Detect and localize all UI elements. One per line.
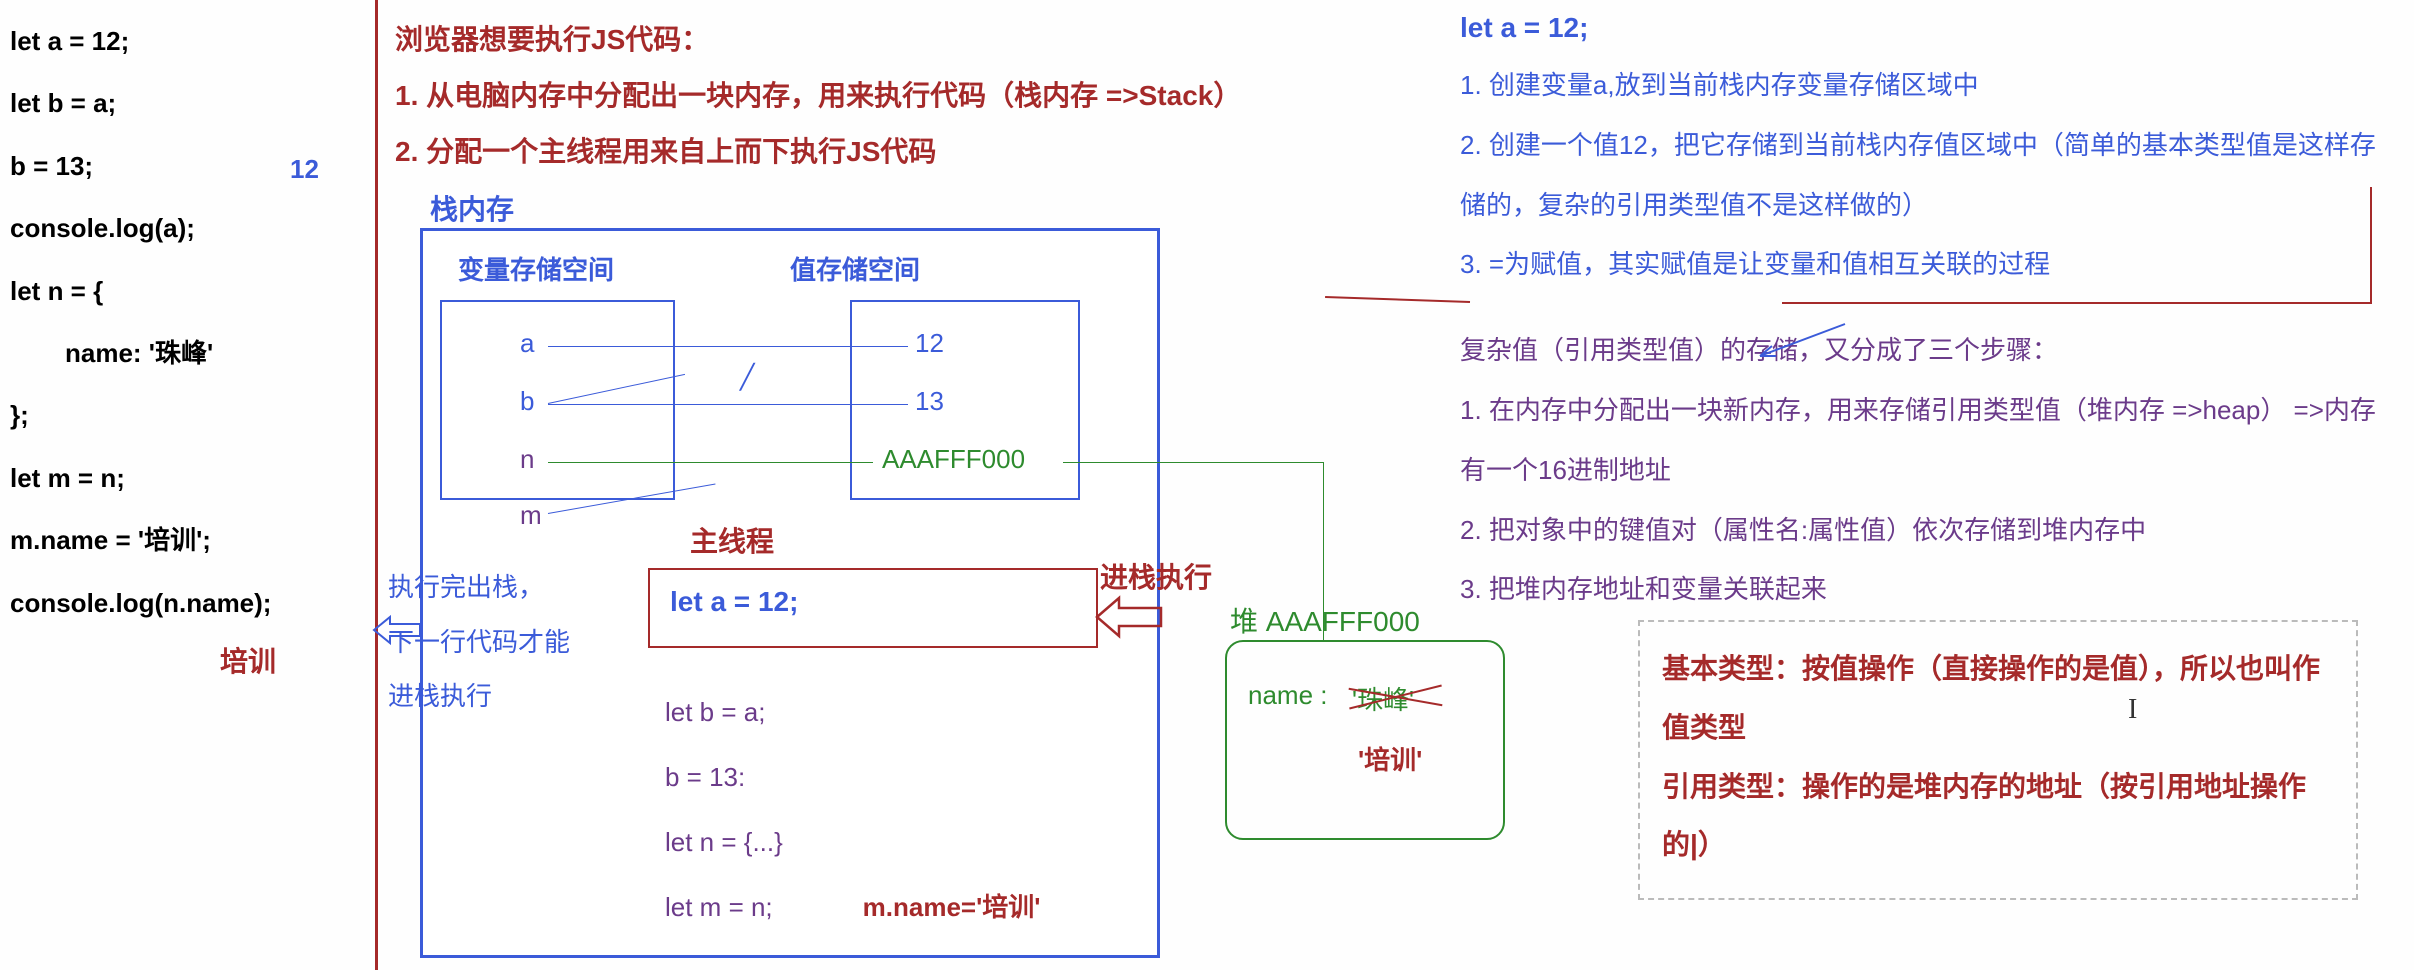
mid-header: 浏览器想要执行JS代码： 1. 从电脑内存中分配出一块内存，用来执行代码（栈内存… xyxy=(395,12,1241,180)
mid-step-2: 2. 分配一个主线程用来自上而下执行JS代码 xyxy=(395,124,1241,180)
heap-new-value: '培训' xyxy=(1358,740,1422,777)
code-line-10: console.log(n.name); xyxy=(10,572,360,634)
right-blue-1: 1. 创建变量a,放到当前栈内存变量存储区域中 xyxy=(1460,56,2380,116)
arrow-pop-icon xyxy=(372,614,424,653)
queue-1: let b = a; xyxy=(665,680,1040,745)
right-purple-2: 2. 把对象中的键值对（属性名:属性值）依次存储到堆内存中 xyxy=(1460,501,2380,561)
right-blue-2: 2. 创建一个值12，把它存储到当前栈内存值区域中（简单的基本类型值是这样存储的… xyxy=(1460,116,2380,236)
left-code-column: let a = 12; let b = a; b = 13; console.l… xyxy=(10,10,360,680)
pop-line-1: 执行完出栈， xyxy=(388,560,570,615)
code-line-6: name: '珠峰' xyxy=(10,322,360,384)
summary-box: 基本类型：按值操作（直接操作的是值），所以也叫作值类型 引用类型：操作的是堆内存… xyxy=(1638,620,2358,900)
queue-3: let n = {...} xyxy=(665,810,1040,875)
right-purple-0: 复杂值（引用类型值）的存储，又分成了三个步骤： xyxy=(1460,321,2380,381)
queue-4: let m = n; xyxy=(665,892,773,922)
connector-step-horiz xyxy=(1782,302,2372,304)
right-purple-3: 3. 把堆内存地址和变量关联起来 xyxy=(1460,560,2380,620)
summary-line-1: 基本类型：按值操作（直接操作的是值），所以也叫作值类型 xyxy=(1662,640,2334,758)
var-storage-header: 变量存储空间 xyxy=(458,250,614,287)
queue-2: b = 13: xyxy=(665,745,1040,810)
var-n: n xyxy=(520,444,534,475)
pop-line-3: 进栈执行 xyxy=(388,669,570,724)
val-addr: AAAFFF000 xyxy=(882,444,1025,475)
result-name-value: 培训 xyxy=(220,640,360,680)
push-stack-label: 进栈执行 xyxy=(1100,556,1212,596)
summary-line-2: 引用类型：操作的是堆内存的地址（按引用地址操作的|） xyxy=(1662,758,2334,876)
code-line-2: let b = a; xyxy=(10,72,360,134)
code-line-8: let m = n; xyxy=(10,447,360,509)
var-m: m xyxy=(520,500,542,531)
val-storage-header: 值存储空间 xyxy=(790,250,920,287)
code-line-1: let a = 12; xyxy=(10,10,360,72)
line-addr-right xyxy=(1063,462,1323,463)
code-line-9: m.name = '培训'; xyxy=(10,509,360,571)
line-n-addr xyxy=(548,462,873,463)
var-a: a xyxy=(520,328,534,359)
code-line-7: }; xyxy=(10,384,360,446)
arrow-push-icon xyxy=(1095,594,1165,647)
connector-step-down xyxy=(2370,187,2372,302)
queue-mname: m.name='培训' xyxy=(863,892,1041,922)
result-a-value: 12 xyxy=(290,154,319,185)
heap-label: 堆 AAAFFF000 xyxy=(1230,600,1420,640)
line-b-13 xyxy=(548,404,908,405)
dash-mark: ╱ xyxy=(740,363,754,392)
arrow-down-icon xyxy=(1750,322,1850,369)
exec-current-line: let a = 12; xyxy=(670,586,798,618)
val-13: 13 xyxy=(915,386,944,417)
mid-title: 浏览器想要执行JS代码： xyxy=(395,12,1241,68)
mainthread-label: 主线程 xyxy=(690,520,774,560)
right-blue-3: 3. =为赋值，其实赋值是让变量和值相互关联的过程 xyxy=(1460,235,2380,295)
stack-label: 栈内存 xyxy=(430,188,514,228)
mid-step-1: 1. 从电脑内存中分配出一块内存，用来执行代码（栈内存 =>Stack） xyxy=(395,68,1241,124)
heap-name-key: name : xyxy=(1248,680,1328,711)
code-line-5: let n = { xyxy=(10,260,360,322)
val-12: 12 xyxy=(915,328,944,359)
right-purple-1: 1. 在内存中分配出一块新内存，用来存储引用类型值（堆内存 =>heap） =>… xyxy=(1460,381,2380,501)
right-title: let a = 12; xyxy=(1460,12,2380,44)
line-a-12 xyxy=(548,346,908,347)
connector-step3-left xyxy=(1325,296,1470,303)
var-b: b xyxy=(520,386,534,417)
code-line-4: console.log(a); xyxy=(10,197,360,259)
exec-queue: let b = a; b = 13: let n = {...} let m =… xyxy=(665,680,1040,940)
right-explanation-column: let a = 12; 1. 创建变量a,放到当前栈内存变量存储区域中 2. 创… xyxy=(1460,12,2380,620)
text-cursor-icon: I xyxy=(2128,694,2137,726)
vertical-separator xyxy=(375,0,378,970)
